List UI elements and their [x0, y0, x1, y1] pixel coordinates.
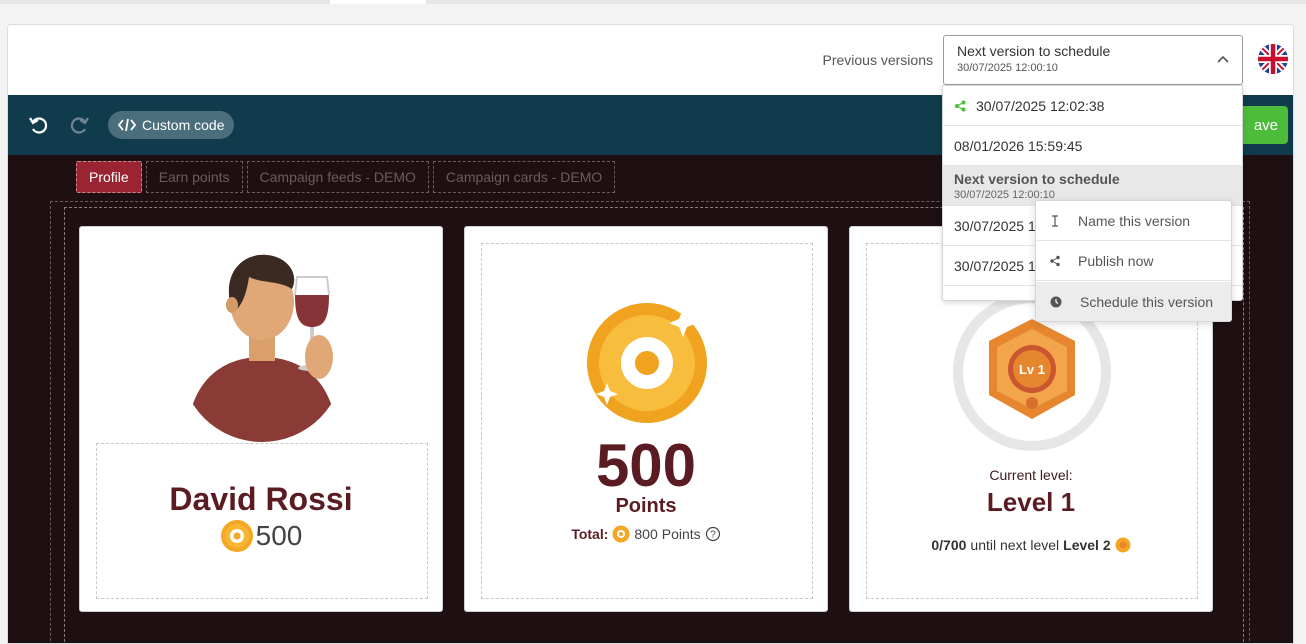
- current-level-label: Current level:: [989, 467, 1073, 483]
- ctx-label: Name this version: [1078, 212, 1191, 229]
- redo-icon[interactable]: [68, 114, 90, 136]
- version-item-date: 30/07/2025 1: [954, 217, 1036, 234]
- version-select-date: 30/07/2025 12:00:10: [957, 62, 1058, 74]
- profile-name: David Rossi: [169, 481, 353, 517]
- profile-card[interactable]: David Rossi 500: [79, 226, 443, 612]
- level-coin-icon: [1115, 537, 1131, 553]
- level-badge-text: Lv 1: [1019, 362, 1045, 377]
- coin-icon: [220, 520, 253, 552]
- points-card[interactable]: 500 Points Total: 800 Points ?: [464, 226, 828, 612]
- uk-flag-icon[interactable]: [1258, 44, 1288, 74]
- version-item[interactable]: 08/01/2026 15:59:45: [943, 126, 1242, 166]
- help-icon[interactable]: ?: [705, 526, 721, 542]
- publish-now-menu-item[interactable]: Publish now: [1036, 241, 1231, 281]
- schedule-version-menu-item[interactable]: Schedule this version: [1036, 282, 1231, 321]
- version-item-date: 30/07/2025 12:00:10: [954, 188, 1055, 201]
- next-level-name: Level 2: [1063, 537, 1111, 553]
- profile-points-row: 500: [80, 519, 442, 553]
- tab-profile[interactable]: Profile: [76, 161, 142, 193]
- tab-earn-points[interactable]: Earn points: [145, 161, 243, 193]
- ctx-label: Publish now: [1078, 252, 1154, 269]
- code-icon: [118, 118, 136, 132]
- tab-campaign-cards[interactable]: Campaign cards - DEMO: [432, 161, 616, 193]
- undo-icon[interactable]: [28, 114, 50, 136]
- level-until-text: until next level: [970, 537, 1060, 553]
- coin-icon: [612, 525, 630, 543]
- points-total-label: Total:: [571, 526, 609, 542]
- page-tabs: Profile Earn points Campaign feeds - DEM…: [76, 161, 616, 193]
- version-select-title: Next version to schedule: [957, 43, 1111, 59]
- ctx-label: Schedule this version: [1080, 294, 1214, 310]
- share-icon: [1050, 255, 1060, 266]
- points-total-row: Total: 800 Points ?: [465, 525, 827, 543]
- level-progress: 0/700: [931, 537, 967, 553]
- published-share-icon: [955, 100, 966, 111]
- name-version-menu-item[interactable]: Name this version: [1036, 201, 1231, 241]
- level-progress-row: 0/700 until next level Level 2: [850, 537, 1212, 553]
- version-item-date: 08/01/2026 15:59:45: [954, 137, 1083, 154]
- points-total-value: 800: [634, 526, 658, 542]
- text-cursor-icon: [1052, 214, 1058, 227]
- svg-text:?: ?: [710, 530, 716, 541]
- version-item-date: 30/07/2025 12:02:38: [976, 97, 1105, 114]
- active-tab-segment: [330, 0, 426, 4]
- points-value: 500: [595, 432, 697, 499]
- profile-points-value: 500: [255, 520, 303, 551]
- avatar: [180, 254, 344, 442]
- version-item[interactable]: 30/07/2025 12:02:38: [943, 86, 1242, 126]
- previous-versions-label: Previous versions: [822, 52, 934, 68]
- points-unit: Points: [615, 495, 677, 517]
- level-name: Level 1: [986, 487, 1076, 517]
- custom-code-label: Custom code: [142, 117, 225, 133]
- browser-top-strip: [0, 0, 1306, 4]
- version-item-title: Next version to schedule: [954, 170, 1120, 187]
- tab-campaign-feeds[interactable]: Campaign feeds - DEMO: [246, 161, 429, 193]
- version-select[interactable]: Next version to schedule 30/07/2025 12:0…: [943, 35, 1243, 85]
- chevron-up-icon: [1217, 55, 1229, 63]
- points-total-unit: Points: [661, 526, 701, 542]
- version-item-date: 30/07/2025 1: [954, 257, 1036, 274]
- points-coin-icon: [587, 303, 707, 423]
- custom-code-button[interactable]: Custom code: [108, 111, 235, 139]
- version-context-menu: Name this version Publish now Schedule t…: [1035, 200, 1232, 322]
- save-label: ave: [1253, 116, 1278, 134]
- clock-icon: [1050, 296, 1062, 308]
